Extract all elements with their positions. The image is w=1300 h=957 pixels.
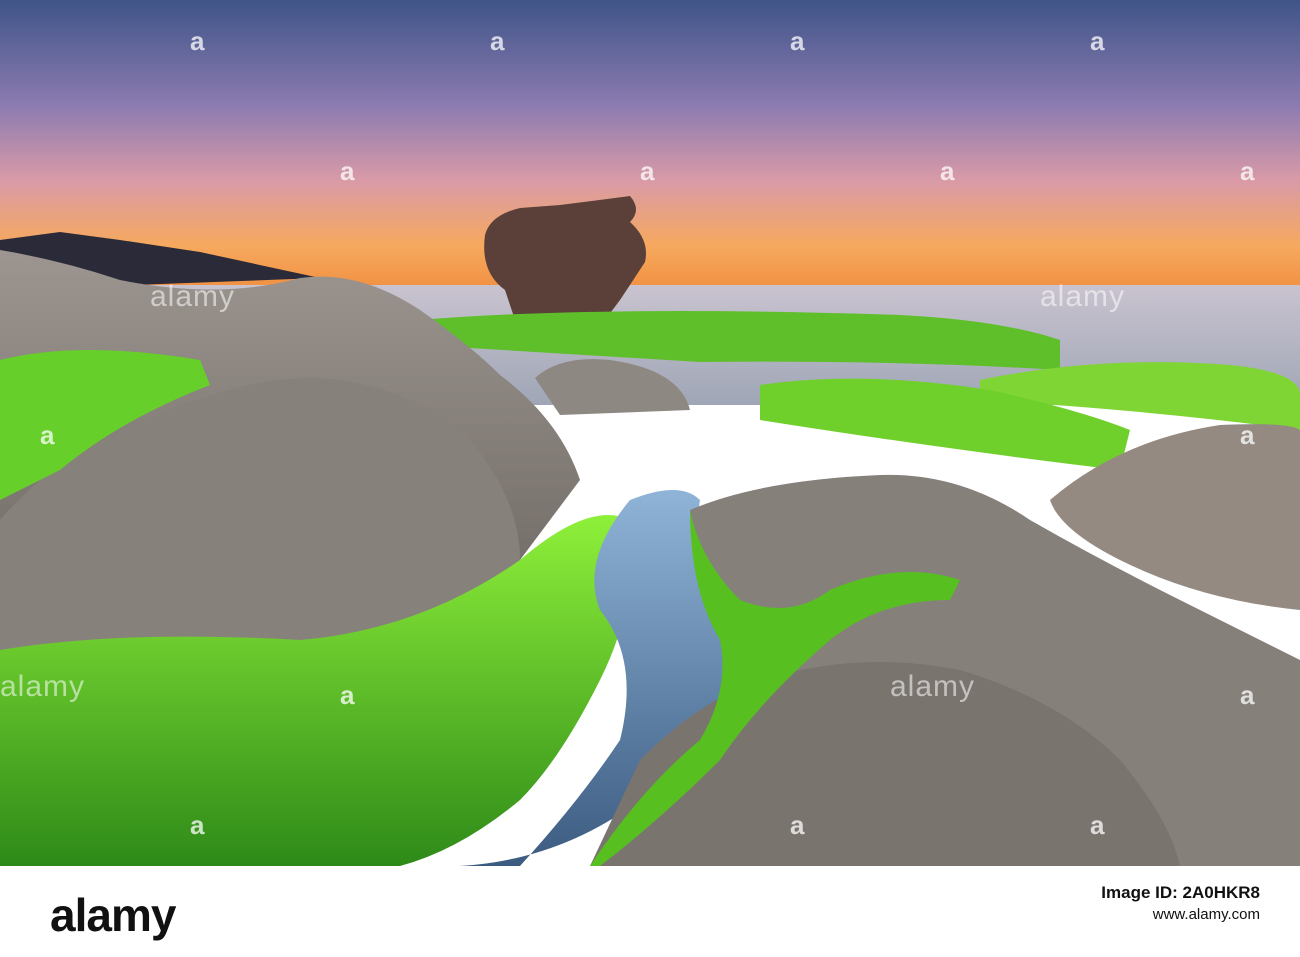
footer-info: Image ID: 2A0HKR8 www.alamy.com xyxy=(1101,882,1260,926)
landscape-photo xyxy=(0,0,1300,866)
alamy-logo: alamy xyxy=(50,889,176,941)
photo-illustration xyxy=(0,0,1300,866)
site-url: www.alamy.com xyxy=(1152,906,1260,923)
image-id-label: Image ID: 2A0HKR8 xyxy=(1101,883,1260,902)
